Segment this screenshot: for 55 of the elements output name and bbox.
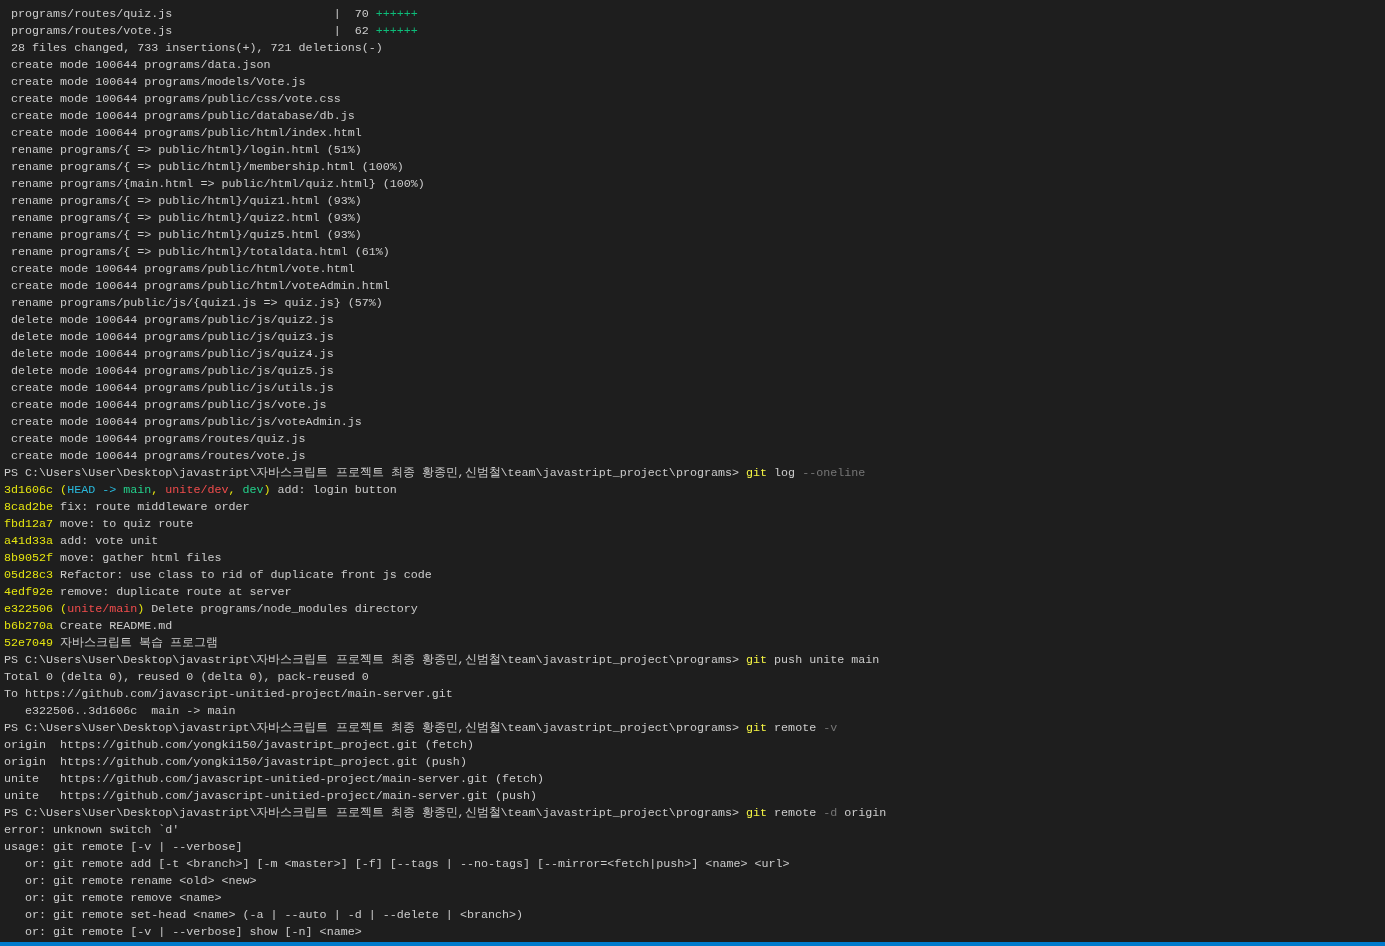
terminal-line: create mode 100644 programs/public/css/vote.css <box>10 91 341 108</box>
terminal-line: 4edf92e remove: duplicate route at server <box>4 584 292 601</box>
terminal-line: To https://github.com/javascript-unitied-project/main-server.git <box>4 686 453 703</box>
terminal-line: create mode 100644 programs/routes/quiz.js <box>10 431 306 448</box>
terminal-line: e322506..3d1606c main -> main <box>24 703 236 720</box>
terminal-line: programs/routes/quiz.js | 70 ++++++ <box>10 6 418 23</box>
terminal-line: a41d33a add: vote unit <box>4 533 159 550</box>
terminal-line: create mode 100644 programs/public/js/vote.js <box>10 397 327 414</box>
terminal-line: unite https://github.com/javascript-unitied-project/main-server.git (fetch) <box>4 771 545 788</box>
terminal-line: create mode 100644 programs/public/database/db.js <box>10 108 355 125</box>
terminal-line: Total 0 (delta 0), reused 0 (delta 0), pack-reused 0 <box>4 669 369 686</box>
terminal-line: or: git remote remove <name> <box>24 890 222 907</box>
terminal-line: b6b270a Create README.md <box>4 618 173 635</box>
terminal-line: or: git remote [-v | --verbose] show [-n] <name> <box>24 924 362 941</box>
terminal-line: fbd12a7 move: to quiz route <box>4 516 194 533</box>
terminal-line: rename programs/{ => public/html}/membership.html (100%) <box>10 159 404 176</box>
terminal-line: create mode 100644 programs/public/html/vote.html <box>10 261 355 278</box>
terminal-line: unite https://github.com/javascript-unitied-project/main-server.git (push) <box>4 788 538 805</box>
terminal-line: create mode 100644 programs/public/html/index.html <box>10 125 362 142</box>
terminal-line: PS C:\Users\User\Desktop\javastript\자바스크립트 프로젝트 최종 황종민,신범철\team\javastript_project\programs> git log --oneline <box>4 465 866 482</box>
terminal-line: or: git remote set-head <name> (-a | --auto | -d | --delete | <branch>) <box>24 907 523 924</box>
terminal-line: 05d28c3 Refactor: use class to rid of duplicate front js code <box>4 567 432 584</box>
terminal-line: 28 files changed, 733 insertions(+), 721 deletions(-) <box>10 40 383 57</box>
terminal-line: e322506 (unite/main) Delete programs/node_modules directory <box>4 601 418 618</box>
terminal-line: rename programs/{ => public/html}/quiz2.html (93%) <box>10 210 362 227</box>
terminal-line: rename programs/{ => public/html}/quiz1.html (93%) <box>10 193 362 210</box>
terminal-line: rename programs/public/js/{quiz1.js => quiz.js} (57%) <box>10 295 383 312</box>
terminal-line: create mode 100644 programs/models/Vote.js <box>10 74 306 91</box>
terminal-line: rename programs/{ => public/html}/totaldata.html (61%) <box>10 244 390 261</box>
terminal-line: create mode 100644 programs/routes/vote.js <box>10 448 306 465</box>
terminal-line: create mode 100644 programs/public/html/voteAdmin.html <box>10 278 390 295</box>
terminal-line: 8cad2be fix: route middleware order <box>4 499 250 516</box>
terminal-line: usage: git remote [-v | --verbose] <box>4 839 243 856</box>
terminal-line: 8b9052f move: gather html files <box>4 550 222 567</box>
terminal-line: 3d1606c (HEAD -> main, unite/dev, dev) add: login button <box>4 482 397 499</box>
terminal-line: delete mode 100644 programs/public/js/quiz2.js <box>10 312 334 329</box>
terminal-line: error: unknown switch `d' <box>4 822 180 839</box>
terminal-line: create mode 100644 programs/public/js/voteAdmin.js <box>10 414 362 431</box>
terminal-line: delete mode 100644 programs/public/js/quiz5.js <box>10 363 334 380</box>
terminal-line: rename programs/{main.html => public/html/quiz.html} (100%) <box>10 176 425 193</box>
terminal-line: or: git remote add [-t <branch>] [-m <master>] [-f] [--tags | --no-tags] [--mirror=<fetch|push>] <name> <url> <box>24 856 790 873</box>
terminal-line: create mode 100644 programs/data.json <box>10 57 271 74</box>
terminal-line: delete mode 100644 programs/public/js/quiz4.js <box>10 346 334 363</box>
terminal-line: or: git remote rename <old> <new> <box>24 873 257 890</box>
terminal-line: programs/routes/vote.js | 62 ++++++ <box>10 23 418 40</box>
terminal-line: PS C:\Users\User\Desktop\javastript\자바스크립트 프로젝트 최종 황종민,신범철\team\javastript_project\programs> git remote -v <box>4 720 838 737</box>
terminal-line: 52e7049 자바스크립트 복습 프로그램 <box>4 635 219 652</box>
terminal-line: PS C:\Users\User\Desktop\javastript\자바스크립트 프로젝트 최종 황종민,신범철\team\javastript_project\programs> git remote -d origin <box>4 805 887 822</box>
terminal-line: origin https://github.com/yongki150/javastript_project.git (push) <box>4 754 467 771</box>
terminal-line: rename programs/{ => public/html}/quiz5.html (93%) <box>10 227 362 244</box>
terminal-line: origin https://github.com/yongki150/javastript_project.git (fetch) <box>4 737 474 754</box>
terminal-line: create mode 100644 programs/public/js/utils.js <box>10 380 334 397</box>
terminal-line: delete mode 100644 programs/public/js/quiz3.js <box>10 329 334 346</box>
terminal-line: PS C:\Users\User\Desktop\javastript\자바스크립트 프로젝트 최종 황종민,신범철\team\javastript_project\programs> git push unite main <box>4 652 880 669</box>
terminal-line: rename programs/{ => public/html}/login.html (51%) <box>10 142 362 159</box>
